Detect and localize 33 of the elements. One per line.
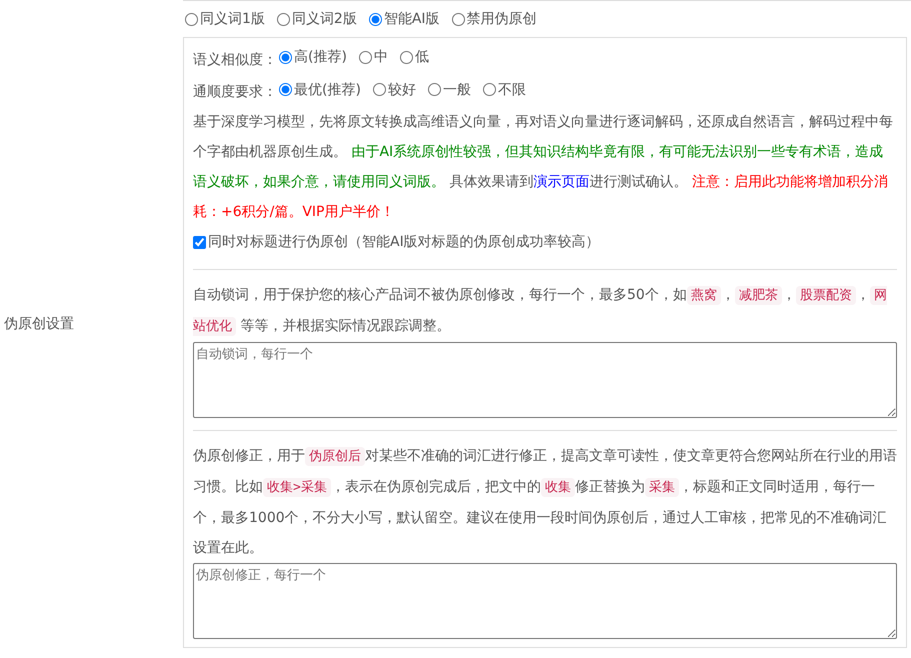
- radio-button[interactable]: [482, 83, 496, 96]
- lock-words-field[interactable]: 自动锁词，每行一个: [193, 342, 897, 418]
- radio-button[interactable]: [358, 50, 372, 64]
- lock-words-description: 自动锁词，用于保护您的核心产品词不被伪原创修改，每行一个，最多50个，如 燕窝 ， 减肥茶 ， 股票配资 ， 网站优化 等等，并根据实际情况跟踪调整。: [193, 285, 888, 338]
- radio-button[interactable]: [452, 12, 465, 26]
- corrections-description: 伪原创修正，用于 伪原创后 对某些不准确的词汇进行修正，提高文章可读性，使文章更符合您网站所在行业的用语习惯。比如 收集>采集 ，表示在伪原创完成后，把文中的 收集 修正替换为 采集 ，标题和正文同时适用，每行一个，最多1000个，不分大小写，默认留空。建议在使用一段时间伪原创后，通过人工审核，把常见的不准确词汇设置在此。: [193, 446, 897, 558]
- radio-button[interactable]: [279, 83, 292, 96]
- checkbox-label[interactable]: 同时对标题进行伪原创（智能AI版对标题的伪原创成功率较高）: [208, 227, 600, 257]
- radio-button[interactable]: [368, 12, 382, 26]
- checkbox[interactable]: [193, 236, 206, 248]
- radio-button[interactable]: [400, 50, 413, 64]
- option-label[interactable]: 禁用伪原创: [466, 8, 537, 30]
- option-label[interactable]: 同义词2版: [292, 8, 357, 30]
- option-label[interactable]: 不限: [498, 74, 526, 104]
- radio-button[interactable]: [276, 12, 290, 26]
- option-label[interactable]: 低: [414, 42, 429, 72]
- row-label: 伪原创设置: [4, 314, 74, 334]
- radio-button[interactable]: [428, 83, 441, 96]
- option-label[interactable]: 高(推荐): [294, 42, 347, 72]
- field-label: 通顺度要求：: [193, 84, 277, 100]
- option-label[interactable]: 智能AI版: [384, 8, 440, 30]
- radio-button[interactable]: [185, 12, 198, 26]
- option-label[interactable]: 中: [374, 42, 388, 72]
- radio-button[interactable]: [279, 50, 292, 64]
- field-label: 语义相似度：: [193, 52, 277, 68]
- radio-button[interactable]: [372, 83, 386, 96]
- option-label[interactable]: 较好: [388, 74, 416, 104]
- description-text: 基于深度学习模型，先将原文转换成高维语义向量，再对语义向量进行逐词解码，还原成自然语言，解码过程中每个字都由机器原创生成。 由于AI系统原创性较强，但其知识结构毕竟有限，有可能无法识别一些专有术语，造成语义破坏，如果介意，请使用同义词版。 具体效果请到演示页面进行测试确认。 注意：启用此功能将增加积分消耗：+6积分/篇。VIP用户半价！: [193, 113, 894, 222]
- option-label[interactable]: 同义词1版: [200, 8, 265, 30]
- option-label[interactable]: 一般: [442, 74, 471, 104]
- demo-link[interactable]: 演示页面: [533, 174, 590, 190]
- corrections-field[interactable]: 伪原创修正，每行一个: [193, 563, 897, 639]
- option-label[interactable]: 最优(推荐): [294, 74, 361, 104]
